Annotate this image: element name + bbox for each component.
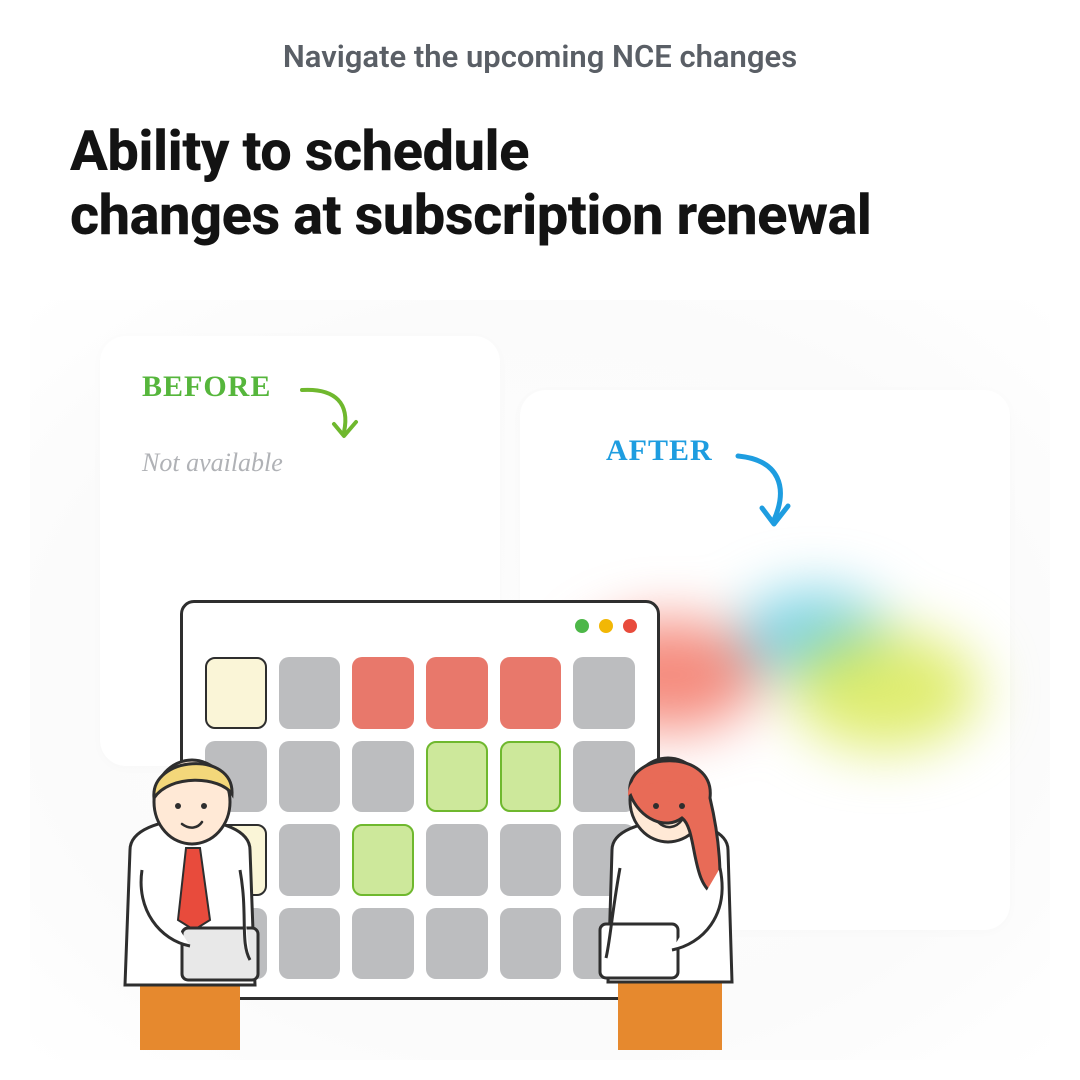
calendar-cell bbox=[205, 657, 267, 729]
person-right-icon bbox=[570, 720, 770, 1060]
curved-arrow-icon bbox=[296, 380, 366, 450]
headline-line-1: Ability to schedule bbox=[70, 118, 529, 184]
calendar-cell bbox=[352, 824, 414, 896]
window-traffic-lights-icon bbox=[575, 619, 637, 633]
calendar-cell bbox=[500, 657, 562, 729]
calendar-cell bbox=[279, 657, 341, 729]
person-left-icon bbox=[90, 720, 290, 1060]
calendar-cell bbox=[500, 824, 562, 896]
calendar-cell bbox=[426, 741, 488, 813]
curved-arrow-icon bbox=[730, 448, 800, 538]
calendar-cell bbox=[352, 741, 414, 813]
calendar-cell bbox=[426, 908, 488, 980]
page-title: Ability to schedule changes at subscript… bbox=[0, 75, 1080, 248]
stage-background: AFTER BEFORE Not available bbox=[30, 300, 1050, 1060]
calendar-cell bbox=[352, 657, 414, 729]
calendar-cell bbox=[500, 908, 562, 980]
headline-line-2: changes at subscription renewal bbox=[70, 182, 871, 248]
calendar-cell bbox=[426, 824, 488, 896]
calendar-cell bbox=[573, 657, 635, 729]
calendar-illustration bbox=[150, 600, 690, 1060]
calendar-cell bbox=[352, 908, 414, 980]
eyebrow-text: Navigate the upcoming NCE changes bbox=[0, 0, 1080, 75]
calendar-cell bbox=[500, 741, 562, 813]
calendar-cell bbox=[426, 657, 488, 729]
